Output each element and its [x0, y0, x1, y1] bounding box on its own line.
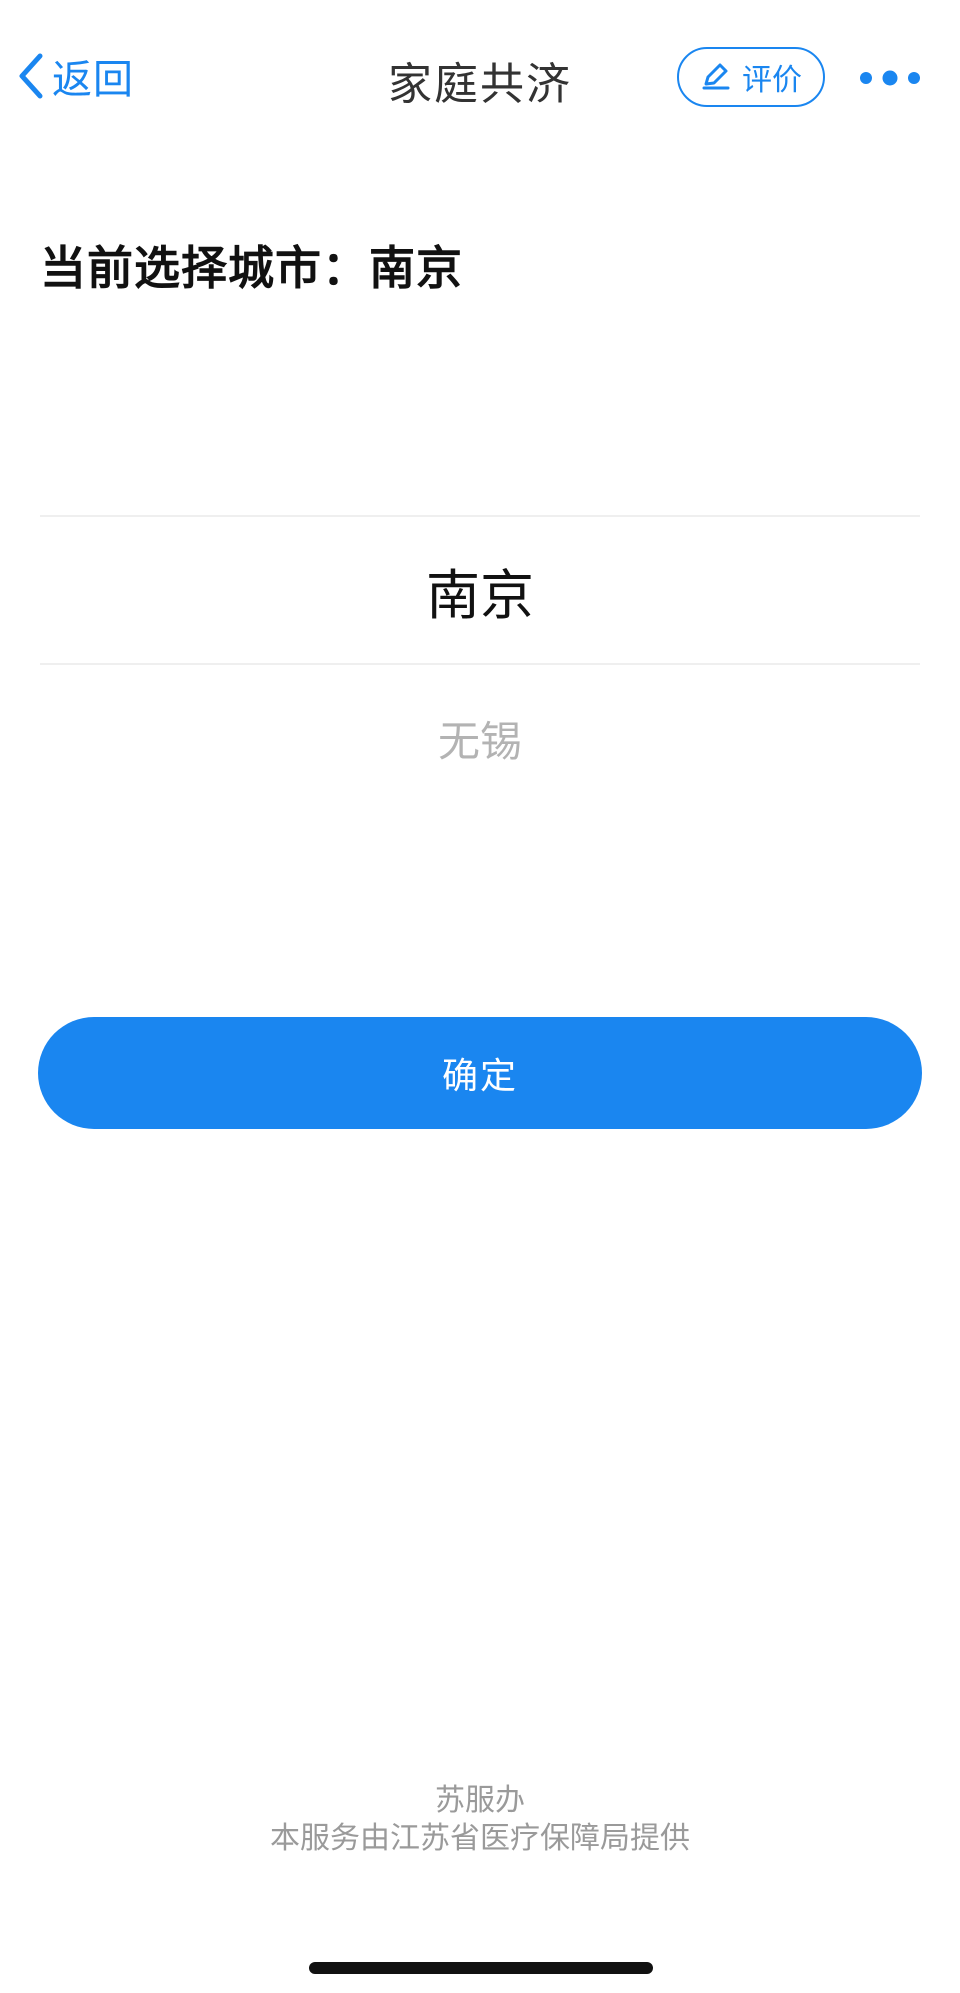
picker-option-item[interactable]: 无锡	[40, 665, 920, 811]
home-indicator[interactable]	[309, 1962, 653, 1974]
more-dots-icon	[860, 70, 920, 86]
picker-selected-item[interactable]: 南京	[40, 517, 920, 663]
current-city-heading: 当前选择城市：南京	[40, 241, 463, 295]
city-picker[interactable]: 南京 无锡	[40, 515, 920, 811]
navigation-bar: 返回 家庭共济 评价	[0, 0, 960, 150]
rate-button[interactable]: 评价	[677, 47, 825, 107]
footer-provider-text: 本服务由江苏省医疗保障局提供	[270, 1821, 690, 1856]
confirm-button[interactable]: 确定	[38, 1017, 922, 1129]
rate-label: 评价	[742, 63, 802, 98]
more-options-button[interactable]	[852, 58, 952, 98]
footer: 苏服办 本服务由江苏省医疗保障局提供	[0, 1782, 960, 1858]
city-select-page: 返回 家庭共济 评价 当前选择城市：南京 南京 无锡 确定 苏服办 本服务由江苏…	[0, 0, 960, 1993]
edit-pencil-icon	[700, 59, 732, 95]
footer-brand: 苏服办	[435, 1783, 525, 1818]
